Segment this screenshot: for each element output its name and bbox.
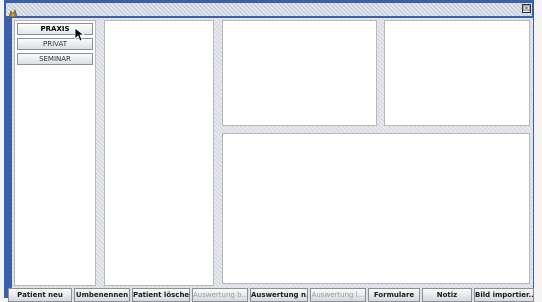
image-view-top-left[interactable] bbox=[222, 20, 377, 126]
mouse-cursor-icon bbox=[74, 27, 86, 43]
rename-button[interactable]: Umbenennen bbox=[74, 288, 130, 302]
app-icon[interactable] bbox=[8, 4, 18, 18]
detail-view-bottom[interactable] bbox=[222, 133, 530, 284]
forms-button[interactable]: Formulare bbox=[368, 288, 420, 302]
patient-list-panel[interactable] bbox=[104, 20, 214, 286]
category-panel: PRAXIS PRIVAT SEMINAR bbox=[14, 20, 96, 286]
note-button[interactable]: Notiz bbox=[422, 288, 472, 302]
evaluation-b-button[interactable]: Auswertung b... bbox=[192, 288, 248, 302]
patient-new-button[interactable]: Patient neu bbox=[8, 288, 72, 302]
bottom-toolbar: Patient neu Umbenennen Patient löschen A… bbox=[8, 288, 534, 302]
patient-delete-button[interactable]: Patient löschen bbox=[132, 288, 190, 302]
nav-button-seminar[interactable]: SEMINAR bbox=[17, 53, 93, 65]
image-view-top-right[interactable] bbox=[384, 20, 530, 126]
title-bar[interactable] bbox=[6, 3, 532, 16]
image-import-button[interactable]: Bild importier... bbox=[474, 288, 534, 302]
evaluation-l-button[interactable]: Auswertung l... bbox=[310, 288, 366, 302]
evaluation-n-button[interactable]: Auswertung n... bbox=[250, 288, 308, 302]
close-button[interactable]: ☒ bbox=[522, 4, 531, 13]
